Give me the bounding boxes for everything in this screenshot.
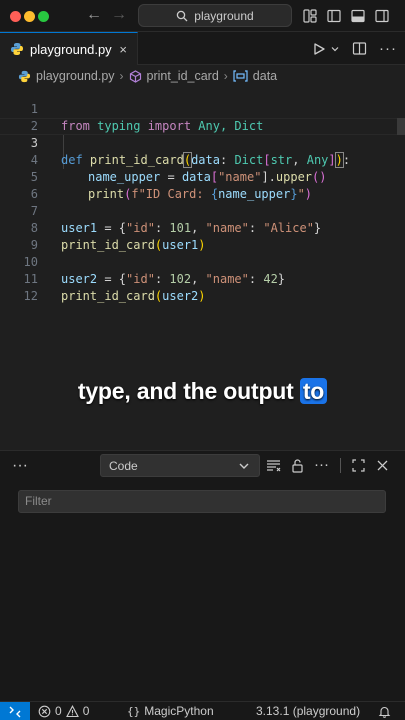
- warning-icon: [65, 704, 79, 717]
- error-count: 0: [55, 704, 62, 718]
- status-bar: 0 0 {} MagicPython 3.13.1 (playground): [0, 701, 405, 720]
- chevron-right-icon: ›: [223, 69, 228, 83]
- interpreter-label: 3.13.1 (playground): [256, 704, 361, 718]
- filter-list-icon[interactable]: [266, 458, 281, 473]
- toggle-primary-sidebar-icon[interactable]: [326, 8, 342, 24]
- breadcrumb-function[interactable]: print_id_card: [147, 69, 219, 83]
- caption-highlight-word: to: [299, 378, 328, 404]
- breadcrumb: playground.py › print_id_card › data: [18, 66, 277, 86]
- more-actions-icon[interactable]: ···: [379, 40, 397, 57]
- braces-icon: {}: [127, 704, 141, 718]
- problems-indicator[interactable]: 0 0: [38, 704, 89, 718]
- variable: user2: [162, 289, 199, 303]
- breadcrumb-file[interactable]: playground.py: [36, 69, 115, 83]
- code-line: 11 print_id_card(user2): [0, 254, 405, 303]
- code-line: 7 user1 = {"id": 101, "name": "Alice"}: [0, 186, 405, 235]
- code-line: 2: [0, 101, 405, 133]
- code-line: 5 print(f"ID Card: {name_upper}"): [0, 152, 405, 201]
- bell-icon[interactable]: [378, 705, 391, 718]
- language-mode[interactable]: {} MagicPython: [127, 704, 214, 718]
- tab-playground-py[interactable]: playground.py ×: [0, 32, 138, 65]
- toggle-panel-icon[interactable]: [350, 8, 366, 24]
- code-line: 6: [0, 169, 405, 201]
- search-icon: [177, 10, 188, 21]
- code-line: 10 user2 = {"id": 102, "name": 42}: [0, 237, 405, 286]
- run-icon[interactable]: [312, 42, 326, 56]
- code-line: 1 from typing import Any, Dict: [0, 84, 405, 133]
- python-file-icon: [18, 70, 31, 82]
- panel-menu-icon[interactable]: ···: [12, 457, 28, 475]
- python-interpreter[interactable]: 3.13.1 (playground): [256, 704, 360, 718]
- toggle-secondary-sidebar-icon[interactable]: [374, 8, 390, 24]
- method-icon: [129, 69, 141, 83]
- lock-icon[interactable]: [290, 458, 305, 473]
- customize-layout-icon[interactable]: [302, 8, 318, 24]
- function-name: print_id_card: [61, 289, 155, 303]
- bracket: ): [198, 289, 206, 303]
- variable-icon: [233, 70, 248, 82]
- remote-indicator[interactable]: [0, 702, 30, 720]
- editor-actions: ···: [312, 32, 397, 65]
- line-number: 12: [23, 289, 38, 303]
- title-bar: ← → playground: [0, 0, 405, 32]
- chevron-down-icon[interactable]: [330, 44, 340, 54]
- python-file-icon: [11, 43, 23, 55]
- editor-tab-bar: playground.py × ···: [0, 32, 405, 65]
- code-line: 12: [0, 271, 405, 303]
- output-channel-select[interactable]: Code: [100, 454, 260, 477]
- command-center-search[interactable]: playground: [138, 4, 292, 27]
- split-editor-icon[interactable]: [352, 41, 367, 56]
- error-icon: [38, 705, 51, 717]
- tab-label: playground.py: [30, 41, 112, 57]
- code-line: 4 name_upper = data["name"].upper(): [0, 135, 405, 184]
- maximize-panel-icon[interactable]: [351, 458, 366, 473]
- breadcrumb-variable[interactable]: data: [253, 69, 277, 83]
- back-arrow-icon[interactable]: ←: [86, 6, 102, 24]
- language-label: MagicPython: [144, 704, 214, 718]
- more-actions-icon[interactable]: ···: [314, 456, 329, 473]
- minimize-window-button[interactable]: [24, 11, 35, 22]
- filter-input[interactable]: Filter: [18, 490, 386, 513]
- remote-icon: [9, 706, 21, 717]
- close-icon[interactable]: [375, 458, 390, 473]
- divider: [340, 458, 341, 473]
- video-caption: type, and the output to: [0, 378, 405, 405]
- code-line-active: 3 def print_id_card(data: Dict[str, Any]…: [0, 118, 405, 168]
- output-panel: ··· Code ··· Filter: [0, 450, 405, 701]
- select-value: Code: [109, 458, 138, 473]
- chevron-right-icon: ›: [119, 69, 124, 83]
- chevron-down-icon: [239, 463, 249, 469]
- zoom-window-button[interactable]: [38, 11, 49, 22]
- close-window-button[interactable]: [10, 11, 21, 22]
- code-line: 8 print_id_card(user1): [0, 203, 405, 252]
- warning-count: 0: [82, 704, 90, 718]
- search-label: playground: [194, 8, 254, 23]
- forward-arrow-icon[interactable]: →: [111, 6, 127, 24]
- caption-text: type, and the output: [77, 378, 300, 404]
- code-line: 9: [0, 220, 405, 252]
- close-icon[interactable]: ×: [119, 42, 127, 57]
